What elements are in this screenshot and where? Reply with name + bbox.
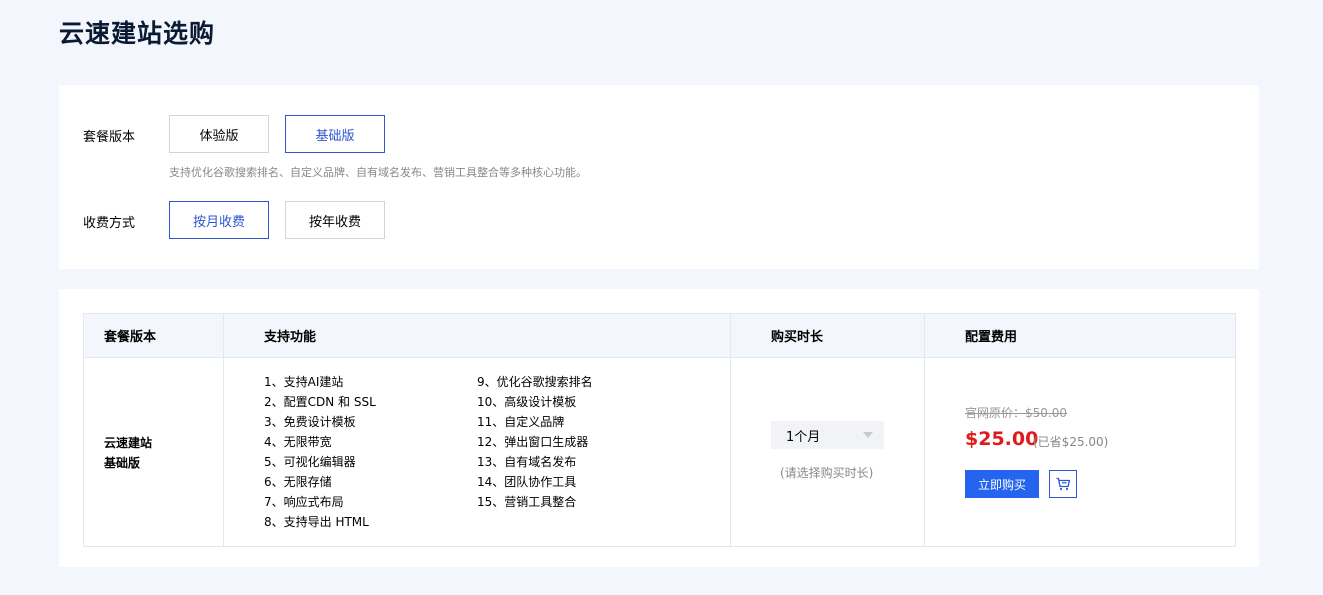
billing-option-yearly[interactable]: 按年收费 [285,201,385,239]
feature-item: 10、高级设计模板 [477,395,577,409]
header-cost: 配置费用 [924,313,1236,358]
feature-item: 11、自定义品牌 [477,415,565,429]
features-list-left: 1、支持AI建站 2、配置CDN 和 SSL 3、免费设计模板 4、无限带宽 5… [264,372,376,532]
package-name-line2: 基础版 [104,456,141,470]
current-price: $25.00 [965,428,1039,450]
feature-item: 6、无限存储 [264,475,332,489]
package-label: 套餐版本 [83,130,136,145]
feature-item: 15、营销工具整合 [477,495,577,509]
feature-item: 12、弹出窗口生成器 [477,435,589,449]
buy-now-button[interactable]: 立即购买 [965,470,1039,498]
cost-cell: 官网原价：$50.00 $25.00 (已省$25.00) 立即购买 [924,357,1236,547]
header-duration: 购买时长 [730,313,925,358]
feature-item: 2、配置CDN 和 SSL [264,395,376,409]
saved-amount: (已省$25.00) [1033,435,1109,449]
feature-item: 5、可视化编辑器 [264,455,356,469]
billing-option-monthly[interactable]: 按月收费 [169,201,269,239]
features-cell: 1、支持AI建站 2、配置CDN 和 SSL 3、免费设计模板 4、无限带宽 5… [223,357,731,547]
summary-panel: 套餐版本 支持功能 购买时长 配置费用 云速建站 基础版 1、支持AI建站 2、… [59,289,1259,567]
package-option-basic[interactable]: 基础版 [285,115,385,153]
package-option-trial[interactable]: 体验版 [169,115,269,153]
features-list-right: 9、优化谷歌搜索排名 10、高级设计模板 11、自定义品牌 12、弹出窗口生成器… [477,372,593,512]
feature-item: 14、团队协作工具 [477,475,577,489]
package-name: 云速建站 基础版 [104,433,152,473]
table-row: 云速建站 基础版 1、支持AI建站 2、配置CDN 和 SSL 3、免费设计模板… [83,357,1236,547]
shopping-cart-icon [1056,477,1071,491]
add-to-cart-button[interactable] [1049,470,1077,498]
page-title: 云速建站选购 [59,19,216,48]
billing-label: 收费方式 [83,216,136,231]
feature-item: 9、优化谷歌搜索排名 [477,375,593,389]
package-description: 支持优化谷歌搜索排名、自定义品牌、自有域名发布、营销工具整合等多种核心功能。 [169,166,587,179]
header-features: 支持功能 [223,313,731,358]
original-price: 官网原价：$50.00 [965,406,1067,420]
feature-item: 8、支持导出 HTML [264,515,369,529]
feature-item: 4、无限带宽 [264,435,332,449]
feature-item: 7、响应式布局 [264,495,344,509]
feature-item: 3、免费设计模板 [264,415,356,429]
feature-item: 1、支持AI建站 [264,375,344,389]
duration-value: 1个月 [786,429,821,445]
feature-item: 13、自有域名发布 [477,455,577,469]
duration-hint: (请选择购买时长) [780,466,874,480]
caret-down-icon [863,432,873,438]
table-header-row: 套餐版本 支持功能 购买时长 配置费用 [83,313,1236,358]
package-name-line1: 云速建站 [104,436,153,450]
config-panel: 套餐版本 体验版 基础版 支持优化谷歌搜索排名、自定义品牌、自有域名发布、营销工… [59,85,1259,269]
duration-select[interactable]: 1个月 [771,421,884,449]
order-summary-table: 套餐版本 支持功能 购买时长 配置费用 云速建站 基础版 1、支持AI建站 2、… [83,313,1236,547]
package-cell: 云速建站 基础版 [83,357,224,547]
header-package: 套餐版本 [83,313,224,358]
duration-cell: 1个月 (请选择购买时长) [730,357,925,547]
